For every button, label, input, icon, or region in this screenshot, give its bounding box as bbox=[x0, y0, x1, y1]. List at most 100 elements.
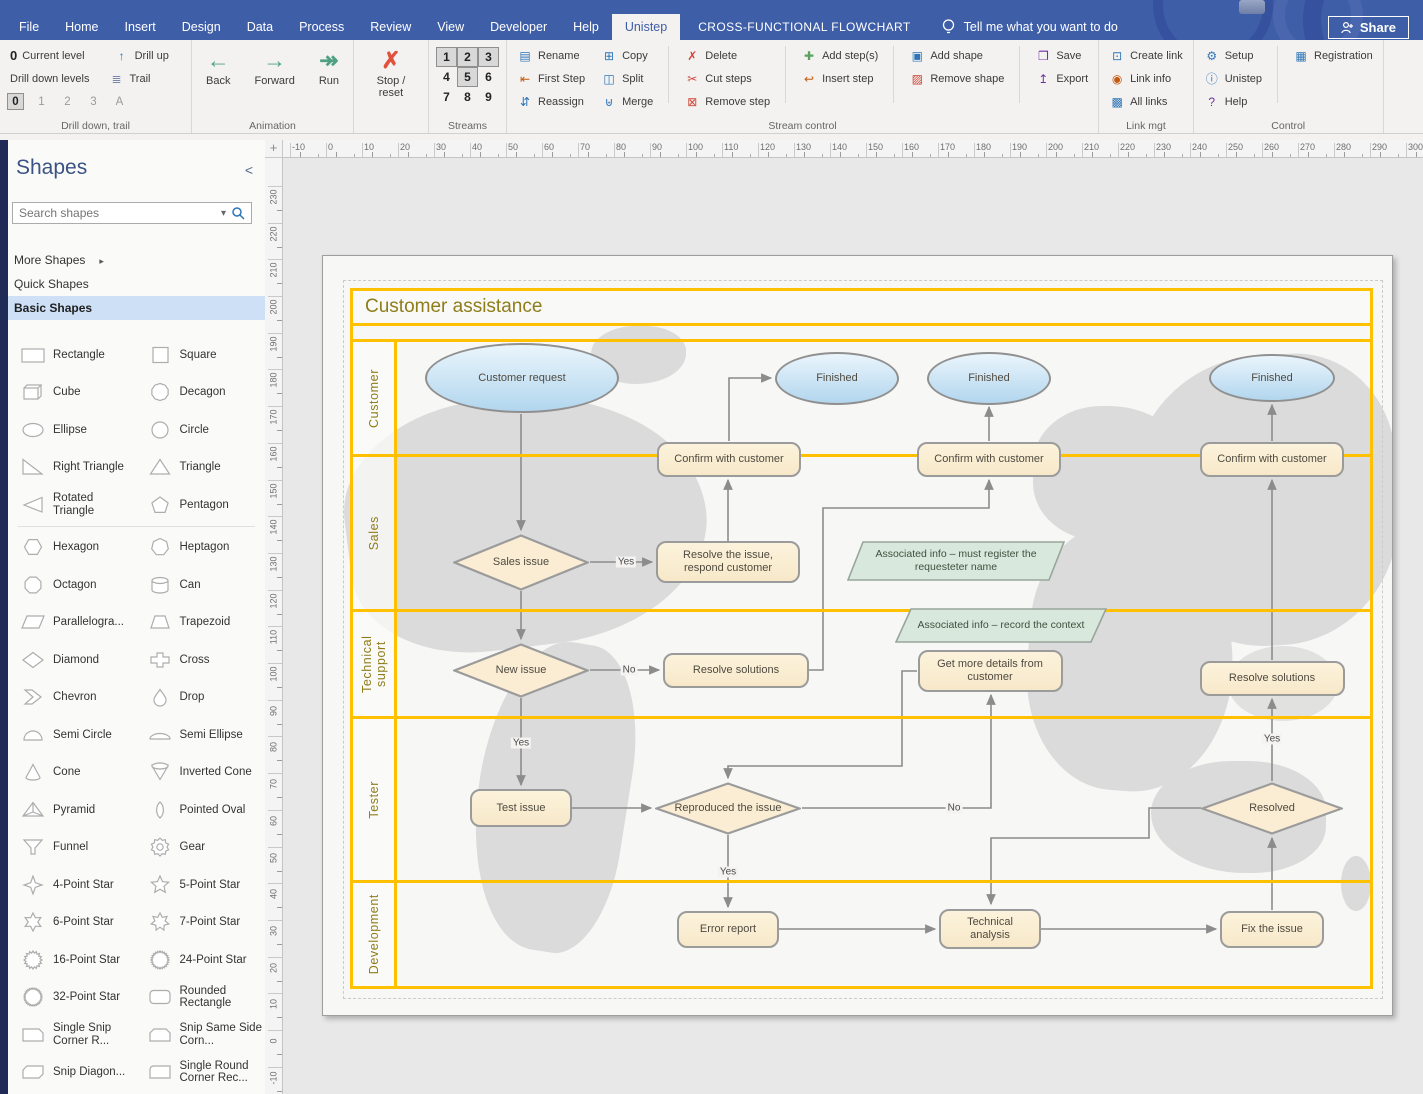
add-step-s--button[interactable]: ✚Add step(s) bbox=[798, 44, 881, 67]
rename-button[interactable]: ▤Rename bbox=[514, 44, 588, 67]
tab-help[interactable]: Help bbox=[560, 14, 612, 40]
shape-item-decagon[interactable]: Decagon bbox=[137, 374, 264, 412]
shape-item-semi-ellipse[interactable]: Semi Ellipse bbox=[137, 716, 264, 754]
shape-item-heptagon[interactable]: Heptagon bbox=[137, 529, 264, 567]
tab-design[interactable]: Design bbox=[169, 14, 234, 40]
stream-key-8[interactable]: 8 bbox=[457, 87, 478, 107]
forward-button[interactable]: →Forward bbox=[247, 44, 301, 117]
shape-item-gear[interactable]: Gear bbox=[137, 829, 264, 867]
drawing-page[interactable]: Customer assistanceCustomerSalesTechnica… bbox=[322, 255, 1393, 1016]
node-error-report[interactable]: Error report bbox=[677, 911, 779, 948]
current-level-button[interactable]: 0Current level bbox=[7, 44, 88, 67]
shape-item-ellipse[interactable]: Ellipse bbox=[10, 411, 137, 449]
collapse-panel-icon[interactable]: < bbox=[245, 162, 253, 178]
stream-key-9[interactable]: 9 bbox=[478, 87, 499, 107]
node-finished-3[interactable]: Finished bbox=[1209, 354, 1335, 402]
user-avatar[interactable] bbox=[1239, 0, 1265, 14]
drill-up-button[interactable]: ↑Drill up bbox=[111, 44, 172, 67]
link-info-button[interactable]: ◉Link info bbox=[1106, 67, 1186, 90]
shape-item-5-point-star[interactable]: 5-Point Star bbox=[137, 866, 264, 904]
drill-level-0[interactable]: 0 bbox=[7, 93, 24, 110]
drill-level-1[interactable]: 1 bbox=[33, 93, 50, 110]
shape-item-circle[interactable]: Circle bbox=[137, 411, 264, 449]
stream-key-4[interactable]: 4 bbox=[436, 67, 457, 87]
shape-item-6-point-star[interactable]: 6-Point Star bbox=[10, 904, 137, 942]
node-new-issue[interactable]: New issue bbox=[453, 643, 589, 698]
run-button[interactable]: ↠Run bbox=[312, 44, 346, 117]
drill-level-3[interactable]: 3 bbox=[85, 93, 102, 110]
copy-button[interactable]: ⊞Copy bbox=[598, 44, 656, 67]
stop-reset-button[interactable]: ✗Stop / reset bbox=[361, 44, 421, 117]
shape-item-snip-diagon[interactable]: Snip Diagon... bbox=[10, 1054, 137, 1092]
save-button[interactable]: ❒Save bbox=[1032, 44, 1091, 67]
merge-button[interactable]: ⊎Merge bbox=[598, 90, 656, 113]
shape-item-24-point-star[interactable]: 24-Point Star bbox=[137, 941, 264, 979]
sidebar-section-quick-shapes[interactable]: Quick Shapes bbox=[8, 272, 265, 296]
shape-item-cone[interactable]: Cone bbox=[10, 754, 137, 792]
shape-item-pentagon[interactable]: Pentagon bbox=[137, 486, 264, 524]
node-resolve-solutions-left[interactable]: Resolve solutions bbox=[663, 653, 809, 688]
split-button[interactable]: ◫Split bbox=[598, 67, 656, 90]
create-link-button[interactable]: ⊡Create link bbox=[1106, 44, 1186, 67]
node-customer-request[interactable]: Customer request bbox=[425, 343, 619, 413]
help-button[interactable]: ?Help bbox=[1201, 90, 1265, 113]
shape-item-4-point-star[interactable]: 4-Point Star bbox=[10, 866, 137, 904]
shape-item-chevron[interactable]: Chevron bbox=[10, 679, 137, 717]
stream-key-3[interactable]: 3 bbox=[478, 47, 499, 67]
shape-item-trapezoid[interactable]: Trapezoid bbox=[137, 604, 264, 642]
shape-item-hexagon[interactable]: Hexagon bbox=[10, 529, 137, 567]
shape-item-octagon[interactable]: Octagon bbox=[10, 566, 137, 604]
back-button[interactable]: ←Back bbox=[199, 44, 237, 117]
shape-item-cross[interactable]: Cross bbox=[137, 641, 264, 679]
shape-item-inverted-cone[interactable]: Inverted Cone bbox=[137, 754, 264, 792]
sidebar-section-basic-shapes[interactable]: Basic Shapes bbox=[8, 296, 265, 320]
stream-key-1[interactable]: 1 bbox=[436, 47, 457, 67]
node-resolved[interactable]: Resolved bbox=[1201, 782, 1343, 835]
shape-item-cube[interactable]: Cube bbox=[10, 374, 137, 412]
tab-data[interactable]: Data bbox=[234, 14, 286, 40]
shape-item-32-point-star[interactable]: 32-Point Star bbox=[10, 979, 137, 1017]
trail-button[interactable]: ≣Trail bbox=[105, 67, 153, 90]
node-finished-1[interactable]: Finished bbox=[775, 352, 899, 405]
insert-step-button[interactable]: ↩Insert step bbox=[798, 67, 881, 90]
tab-process[interactable]: Process bbox=[286, 14, 357, 40]
node-finished-2[interactable]: Finished bbox=[927, 352, 1051, 405]
search-icon[interactable] bbox=[231, 206, 246, 221]
first-step-button[interactable]: ⇤First Step bbox=[514, 67, 588, 90]
shape-item-single-snip-corner-r[interactable]: Single Snip Corner R... bbox=[10, 1016, 137, 1054]
shape-item-pyramid[interactable]: Pyramid bbox=[10, 791, 137, 829]
remove-shape-button[interactable]: ▨Remove shape bbox=[906, 67, 1007, 90]
tell-me-box[interactable]: Tell me what you want to do bbox=[941, 14, 1118, 40]
node-assoc-info-context[interactable]: Associated info – record the context bbox=[895, 608, 1107, 643]
stream-key-6[interactable]: 6 bbox=[478, 67, 499, 87]
shape-item-funnel[interactable]: Funnel bbox=[10, 829, 137, 867]
tab-developer[interactable]: Developer bbox=[477, 14, 560, 40]
tab-review[interactable]: Review bbox=[357, 14, 424, 40]
shape-item-right-triangle[interactable]: Right Triangle bbox=[10, 449, 137, 487]
tab-file[interactable]: File bbox=[6, 14, 52, 40]
all-links-button[interactable]: ▩All links bbox=[1106, 90, 1186, 113]
shape-item-pointed-oval[interactable]: Pointed Oval bbox=[137, 791, 264, 829]
shape-item-rounded-rectangle[interactable]: Rounded Rectangle bbox=[137, 979, 264, 1017]
shape-item-parallelogra[interactable]: Parallelogra... bbox=[10, 604, 137, 642]
shape-item-drop[interactable]: Drop bbox=[137, 679, 264, 717]
remove-step-button[interactable]: ⊠Remove step bbox=[681, 90, 773, 113]
drill-level-A[interactable]: A bbox=[111, 93, 128, 110]
drill-level-2[interactable]: 2 bbox=[59, 93, 76, 110]
shape-item-16-point-star[interactable]: 16-Point Star bbox=[10, 941, 137, 979]
shape-item-snip-same-side-corn[interactable]: Snip Same Side Corn... bbox=[137, 1016, 264, 1054]
tab-insert[interactable]: Insert bbox=[112, 14, 169, 40]
node-assoc-info-register[interactable]: Associated info – must register the requ… bbox=[847, 541, 1065, 581]
node-resolve-issue[interactable]: Resolve the issue, respond customer bbox=[656, 541, 800, 583]
delete-button[interactable]: ✗Delete bbox=[681, 44, 773, 67]
node-resolve-solutions-right[interactable]: Resolve solutions bbox=[1200, 661, 1345, 696]
node-technical-analysis[interactable]: Technical analysis bbox=[939, 909, 1041, 949]
shape-search-input[interactable] bbox=[13, 206, 216, 220]
shape-item-square[interactable]: Square bbox=[137, 336, 264, 374]
shape-item-can[interactable]: Can bbox=[137, 566, 264, 604]
tab-home[interactable]: Home bbox=[52, 14, 111, 40]
setup-button[interactable]: ⚙Setup bbox=[1201, 44, 1265, 67]
node-confirm-with-customer-1[interactable]: Confirm with customer bbox=[657, 442, 801, 477]
node-reproduced-issue[interactable]: Reproduced the issue bbox=[655, 782, 801, 835]
node-confirm-with-customer-2[interactable]: Confirm with customer bbox=[917, 442, 1061, 477]
